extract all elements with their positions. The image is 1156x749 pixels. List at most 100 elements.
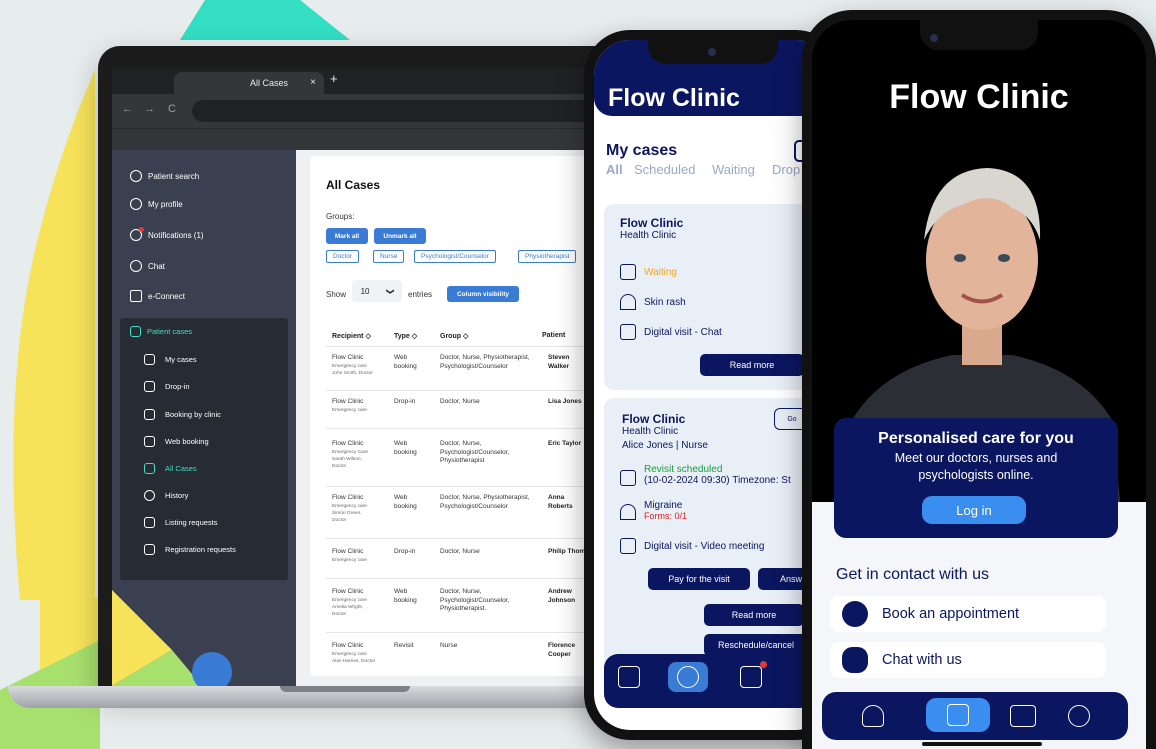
case-card[interactable]: Flow Clinic Health Clinic Waiting Skin r… — [604, 204, 814, 390]
row-group: Doctor, Nurse, Physiotherapist, Psycholo… — [440, 494, 530, 510]
book-appointment-button[interactable]: Book an appointment — [830, 596, 1106, 632]
column-header-patient[interactable]: Patient — [542, 332, 565, 339]
recipient-clinic: Flow Clinic — [332, 642, 364, 649]
cases-nav-button[interactable] — [668, 662, 708, 692]
new-tab-icon[interactable]: + — [330, 71, 338, 86]
reload-icon[interactable]: C — [168, 103, 176, 115]
group-chip-physiotherapist[interactable]: Physiotherapist — [518, 250, 577, 263]
sidebar-item-label: History — [165, 491, 189, 500]
recipient-clinic: Flow Clinic — [332, 548, 364, 555]
forward-icon[interactable]: → — [144, 103, 155, 115]
sidebar-item-label: Notifications (1) — [148, 230, 204, 240]
sidebar-item-my-cases[interactable]: My cases — [144, 354, 197, 365]
sidebar-item-label: Registration requests — [165, 545, 236, 554]
sidebar-item-chat[interactable]: Chat — [130, 260, 165, 272]
bell-icon — [130, 227, 144, 241]
drop-in-icon — [144, 381, 155, 392]
case-clinic: Flow Clinic — [622, 412, 686, 426]
history-icon — [144, 490, 155, 501]
home-icon[interactable] — [618, 666, 640, 688]
sidebar-item-patient-cases[interactable]: Patient cases — [130, 326, 192, 337]
address-bar[interactable] — [192, 100, 644, 122]
brand-title: Flow Clinic — [889, 78, 1069, 116]
column-visibility-button[interactable]: Column visibility — [447, 286, 519, 302]
sidebar-item-history[interactable]: History — [144, 490, 188, 501]
sidebar-item-drop-in[interactable]: Drop-in — [144, 381, 190, 392]
show-label: Show — [326, 290, 347, 299]
video-icon[interactable] — [1010, 705, 1036, 727]
read-more-button[interactable]: Read more — [700, 354, 804, 376]
group-chip-psychologist[interactable]: Psychologist/Counselor — [414, 250, 496, 263]
row-recipient: Flow Clinic Emergency care John Smith, Doc… — [332, 354, 392, 377]
row-group: Doctor, Nurse, Physiotherapist, Psycholo… — [440, 354, 530, 370]
browser-tab[interactable]: All Cases × — [174, 72, 324, 94]
sidebar-item-listing-requests[interactable]: Listing requests — [144, 517, 218, 528]
sidebar-item-web-booking[interactable]: Web booking — [144, 436, 209, 447]
close-tab-icon[interactable]: × — [310, 72, 316, 94]
laptop: All Cases × + ← → C Patient search My pr… — [98, 46, 658, 693]
info-icon[interactable] — [1068, 705, 1090, 727]
camera-icon — [930, 34, 938, 42]
reschedule-button[interactable]: Reschedule/cancel — [704, 634, 808, 656]
column-header-recipient[interactable]: Recipient ◇ — [332, 332, 371, 340]
unmark-all-button[interactable]: Unmark all — [374, 228, 426, 244]
chat-label: Chat with us — [882, 652, 962, 668]
book-label: Book an appointment — [882, 606, 1020, 622]
read-more-button[interactable]: Read more — [704, 604, 804, 626]
laptop-screen: All Cases × + ← → C Patient search My pr… — [112, 68, 644, 686]
sidebar-item-label: All Cases — [165, 464, 197, 473]
column-header-type[interactable]: Type ◇ — [394, 332, 417, 340]
login-button[interactable]: Log in — [922, 496, 1026, 524]
back-icon[interactable]: ← — [122, 103, 133, 115]
tab-all[interactable]: All — [606, 162, 623, 177]
hero-subtitle: Meet our doctors, nurses and psychologis… — [894, 451, 1058, 482]
billing-icon[interactable] — [740, 661, 767, 688]
mark-all-button[interactable]: Mark all — [326, 228, 368, 244]
e-connect-icon — [130, 290, 142, 302]
calendar-icon — [620, 264, 636, 280]
row-type: Drop-in — [394, 548, 416, 555]
chat-button[interactable]: Chat with us — [830, 642, 1106, 678]
sidebar-item-registration-requests[interactable]: Registration requests — [144, 544, 236, 555]
group-chip-nurse[interactable]: Nurse — [373, 250, 405, 263]
row-type: Web booking — [394, 354, 417, 370]
sidebar-item-e-connect[interactable]: e-Connect — [130, 290, 185, 302]
status-revisit: Revisit scheduled — [644, 464, 723, 475]
phone-home: Flow Clinic Personalised care for you Me… — [802, 10, 1156, 749]
recipient-staff: Alan Harries, Doctor — [332, 658, 376, 664]
clinic-location-icon[interactable] — [862, 705, 884, 727]
chat-icon — [842, 647, 868, 673]
row-group: Nurse — [440, 642, 458, 649]
profile-icon — [130, 198, 142, 210]
tab-waiting[interactable]: Waiting — [712, 162, 755, 177]
tab-scheduled[interactable]: Scheduled — [634, 162, 695, 177]
browser-tab-bar: All Cases × + — [112, 68, 644, 94]
recipient-dept: Emergency care — [332, 557, 367, 563]
sidebar-item-label: Chat — [148, 261, 165, 271]
recipient-clinic: Flow Clinic — [332, 494, 364, 501]
entries-select[interactable]: 10 ❯ — [352, 280, 402, 302]
sidebar-item-notifications[interactable]: Notifications (1) — [130, 227, 204, 241]
row-group: Doctor, Nurse — [440, 548, 480, 555]
tab-title: All Cases — [250, 78, 289, 88]
all-cases-card: All Cases Groups: Mark all Unmark all Do… — [310, 156, 610, 676]
case-card[interactable]: Flow Clinic Health Clinic Alice Jones | … — [604, 398, 814, 666]
row-group: Doctor, Nurse, Psychologist/Counselor, P… — [440, 440, 510, 464]
recipient-staff: John Smith, Doctor — [332, 370, 373, 376]
sidebar-item-patient-search[interactable]: Patient search — [130, 170, 199, 182]
column-header-group[interactable]: Group ◇ — [440, 332, 468, 340]
hero-tagline: Personalised care for you — [878, 430, 1074, 447]
registration-requests-icon — [144, 544, 155, 555]
sidebar-item-my-profile[interactable]: My profile — [130, 198, 183, 210]
home-nav-button[interactable] — [926, 698, 990, 732]
bottom-nav — [604, 654, 814, 708]
entries-value: 10 — [360, 286, 370, 296]
sidebar-item-booking-by-clinic[interactable]: Booking by clinic — [144, 409, 221, 420]
group-chip-doctor[interactable]: Doctor — [326, 250, 360, 263]
tab-drop-in[interactable]: Drop — [772, 162, 800, 177]
visit-type: Digital visit - Video meeting — [644, 540, 765, 552]
recipient-clinic: Flow Clinic — [332, 398, 364, 405]
web-app: Patient search My profile Notifications … — [112, 150, 644, 686]
pay-button[interactable]: Pay for the visit — [648, 568, 750, 590]
sidebar-item-all-cases[interactable]: All Cases — [144, 463, 197, 474]
